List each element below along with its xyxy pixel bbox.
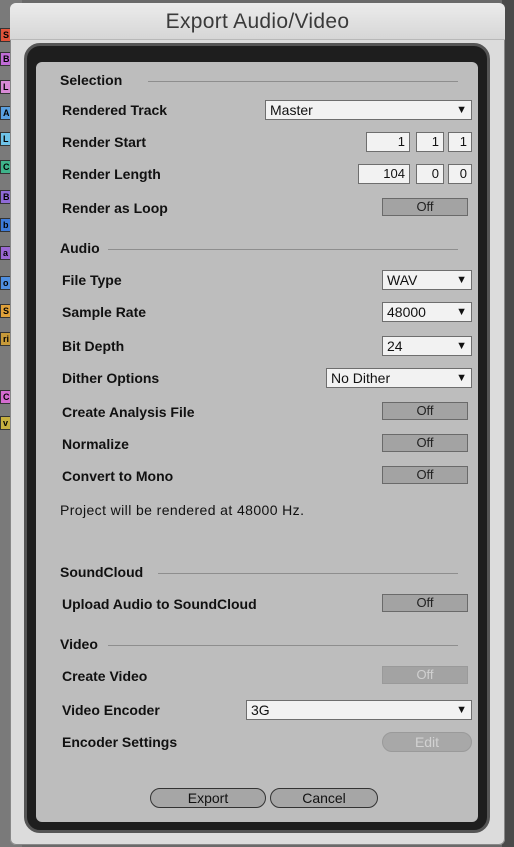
dither-options-dropdown[interactable]: No Dither ▼ bbox=[326, 368, 472, 388]
file-type-dropdown[interactable]: WAV ▼ bbox=[382, 270, 472, 290]
settings-panel: Selection Rendered Track Master ▼ Render… bbox=[36, 62, 478, 822]
video-encoder-value: 3G bbox=[251, 702, 270, 718]
render-length-bars[interactable]: 104 bbox=[358, 164, 410, 184]
bit-depth-value: 24 bbox=[387, 338, 403, 354]
encoder-settings-edit-button[interactable]: Edit bbox=[382, 732, 472, 752]
render-length-label: Render Length bbox=[62, 166, 161, 182]
normalize-label: Normalize bbox=[62, 436, 129, 452]
create-video-label: Create Video bbox=[62, 668, 148, 684]
sample-rate-dropdown[interactable]: 48000 ▼ bbox=[382, 302, 472, 322]
bit-depth-dropdown[interactable]: 24 ▼ bbox=[382, 336, 472, 356]
dither-options-label: Dither Options bbox=[62, 370, 160, 386]
encoder-settings-label: Encoder Settings bbox=[62, 734, 178, 750]
create-video-toggle[interactable]: Off bbox=[382, 666, 468, 684]
chevron-down-icon: ▼ bbox=[456, 372, 467, 384]
render-start-bars[interactable]: 1 bbox=[366, 132, 410, 152]
video-encoder-label: Video Encoder bbox=[62, 702, 160, 718]
sample-rate-value: 48000 bbox=[387, 304, 426, 320]
render-rate-note: Project will be rendered at 48000 Hz. bbox=[60, 502, 305, 518]
render-length-beats[interactable]: 0 bbox=[416, 164, 444, 184]
section-header-audio: Audio bbox=[60, 240, 100, 256]
upload-soundcloud-label: Upload Audio to SoundCloud bbox=[62, 596, 257, 612]
divider bbox=[148, 81, 458, 82]
convert-to-mono-toggle[interactable]: Off bbox=[382, 466, 468, 484]
file-type-label: File Type bbox=[62, 272, 122, 288]
divider bbox=[108, 249, 458, 250]
rendered-track-value: Master bbox=[270, 102, 313, 118]
sample-rate-label: Sample Rate bbox=[62, 304, 147, 320]
chevron-down-icon: ▼ bbox=[456, 704, 467, 716]
section-header-selection: Selection bbox=[60, 72, 123, 88]
convert-to-mono-label: Convert to Mono bbox=[62, 468, 174, 484]
chevron-down-icon: ▼ bbox=[456, 104, 467, 116]
upload-soundcloud-toggle[interactable]: Off bbox=[382, 594, 468, 612]
divider bbox=[108, 645, 458, 646]
bit-depth-label: Bit Depth bbox=[62, 338, 125, 354]
cancel-button[interactable]: Cancel bbox=[270, 788, 378, 808]
section-header-video: Video bbox=[60, 636, 98, 652]
dither-options-value: No Dither bbox=[331, 370, 391, 386]
render-as-loop-label: Render as Loop bbox=[62, 200, 168, 216]
render-start-beats[interactable]: 1 bbox=[416, 132, 444, 152]
normalize-toggle[interactable]: Off bbox=[382, 434, 468, 452]
file-type-value: WAV bbox=[387, 272, 418, 288]
section-header-soundcloud: SoundCloud bbox=[60, 564, 144, 580]
rendered-track-dropdown[interactable]: Master ▼ bbox=[265, 100, 472, 120]
chevron-down-icon: ▼ bbox=[456, 306, 467, 318]
chevron-down-icon: ▼ bbox=[456, 340, 467, 352]
export-button[interactable]: Export bbox=[150, 788, 266, 808]
render-start-sixteenths[interactable]: 1 bbox=[448, 132, 472, 152]
divider bbox=[158, 573, 458, 574]
render-length-sixteenths[interactable]: 0 bbox=[448, 164, 472, 184]
render-start-label: Render Start bbox=[62, 134, 147, 150]
create-analysis-file-label: Create Analysis File bbox=[62, 404, 195, 420]
create-analysis-file-toggle[interactable]: Off bbox=[382, 402, 468, 420]
chevron-down-icon: ▼ bbox=[456, 274, 467, 286]
rendered-track-label: Rendered Track bbox=[62, 102, 168, 118]
video-encoder-dropdown[interactable]: 3G ▼ bbox=[246, 700, 472, 720]
dialog-title: Export Audio/Video bbox=[165, 10, 350, 33]
render-as-loop-toggle[interactable]: Off bbox=[382, 198, 468, 216]
title-bar[interactable]: Export Audio/Video bbox=[10, 3, 505, 40]
